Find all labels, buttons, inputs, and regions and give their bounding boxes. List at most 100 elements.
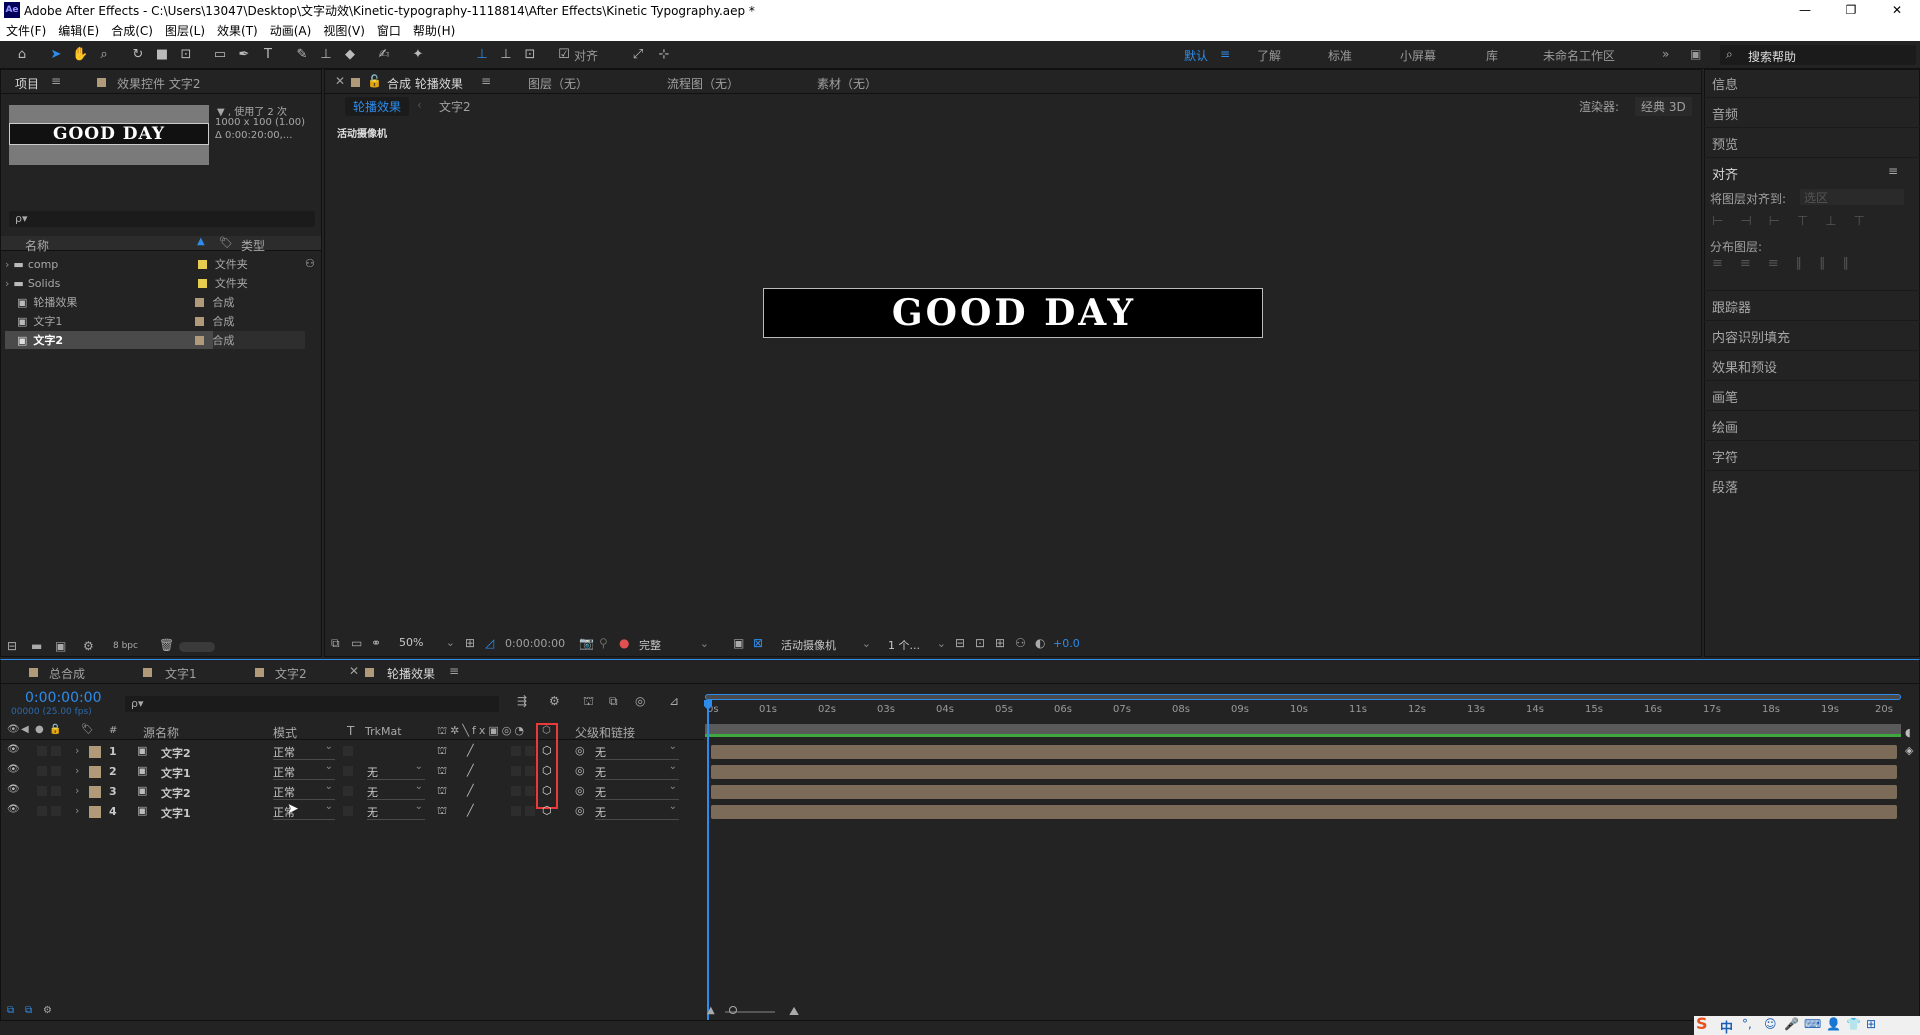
hand-tool-icon[interactable]: ✋ xyxy=(72,47,88,63)
align-to-dropdown[interactable]: 选区 xyxy=(1800,189,1904,205)
shy-switch-icon[interactable]: ⛫ xyxy=(437,784,447,799)
renderer-button[interactable]: 经典 3D xyxy=(1635,97,1692,116)
3d-layer-switch-icon[interactable]: ⬡ xyxy=(542,804,552,817)
always-preview-icon[interactable]: ⧉ xyxy=(331,636,340,651)
minimize-button[interactable]: — xyxy=(1782,0,1828,20)
camera-tool-icon[interactable]: ■ xyxy=(154,47,170,63)
align-buttons[interactable]: ⊢⊣⊢⊤⊥⊤ xyxy=(1712,214,1908,230)
vr-icon[interactable]: ⚭ xyxy=(371,636,381,650)
layer-mode-dropdown[interactable]: 正常 xyxy=(273,741,335,760)
eye-icon[interactable]: 👁 xyxy=(7,764,20,775)
project-search-input[interactable]: ρ▾ xyxy=(9,211,315,227)
tab-layer[interactable]: 图层（无） xyxy=(528,75,588,92)
shy-switch-icon[interactable]: ⛫ xyxy=(437,764,447,779)
preserve-transparency-box[interactable] xyxy=(343,806,353,816)
resolution-icon[interactable]: ⊞ xyxy=(465,636,475,650)
comp-frame[interactable]: GOOD DAY xyxy=(763,288,1263,338)
preserve-transparency-box[interactable] xyxy=(343,786,353,796)
eye-icon[interactable]: 👁 xyxy=(7,744,20,755)
workspace-untitled[interactable]: 未命名工作区 xyxy=(1543,47,1615,64)
tab-carousel[interactable]: 轮播效果 xyxy=(387,665,435,682)
rotate-tool-icon[interactable]: ↻ xyxy=(130,47,146,63)
workspace-learn[interactable]: 了解 xyxy=(1257,47,1281,64)
project-item-selected[interactable]: ▣ 文字2 合成 xyxy=(5,331,305,349)
sort-ascending-icon[interactable]: ▲ xyxy=(197,236,205,247)
3d-layer-switch-icon[interactable]: ⬡ xyxy=(542,744,552,757)
pick-whip-icon[interactable]: ◎ xyxy=(575,784,585,797)
pick-whip-icon[interactable]: ◎ xyxy=(575,764,585,777)
tab-footage[interactable]: 素材（无） xyxy=(817,75,877,92)
brush-tool-icon[interactable]: ✎ xyxy=(294,47,310,63)
column-trkmat[interactable]: TrkMat xyxy=(365,725,402,738)
shy-switch-icon[interactable]: ⛫ xyxy=(437,744,447,759)
user-icon[interactable]: 👤 xyxy=(1826,1017,1841,1031)
reset-exposure-icon[interactable]: ◐ xyxy=(1035,636,1045,650)
pick-whip-icon[interactable]: ◎ xyxy=(575,744,585,757)
layer-name[interactable]: 文字1 xyxy=(161,805,191,821)
monitor-icon[interactable]: ▭ xyxy=(351,636,362,650)
parent-dropdown[interactable]: 无 xyxy=(595,761,679,780)
tab-flowchart[interactable]: 流程图（无） xyxy=(667,75,739,92)
snap-checkbox-icon[interactable]: ☑ xyxy=(556,47,572,63)
distribute-buttons[interactable]: ≡≡≡∥∥∥ xyxy=(1712,256,1908,272)
motion-blur-box[interactable] xyxy=(525,806,535,816)
lock-box[interactable] xyxy=(51,766,61,776)
bit-depth-button[interactable]: 8 bpc xyxy=(113,641,138,651)
lock-icon[interactable]: 🔒 xyxy=(49,724,61,735)
close-tab-icon[interactable]: ✕ xyxy=(349,664,359,678)
menu-file[interactable]: 文件(F) xyxy=(6,22,46,39)
video-toggle-icon[interactable]: 👁 xyxy=(7,724,20,735)
layer-switches-toggle-icon[interactable]: ⧉ xyxy=(7,1005,14,1016)
project-settings-icon[interactable]: ⚙ xyxy=(83,639,94,653)
type-tool-icon[interactable]: T xyxy=(260,47,276,63)
exposure-value[interactable]: +0.0 xyxy=(1053,637,1080,650)
toggle-pixel-aspect-icon[interactable]: ⊟ xyxy=(955,636,965,650)
layer-label-color[interactable] xyxy=(89,806,101,818)
panel-audio[interactable]: 音频 xyxy=(1712,104,1738,123)
motion-blur-box[interactable] xyxy=(525,786,535,796)
snapshot-icon[interactable]: 📷 xyxy=(579,636,594,650)
menu-help[interactable]: 帮助(H) xyxy=(413,22,455,39)
workspace-small-screen[interactable]: 小屏幕 xyxy=(1400,47,1436,64)
workspace-menu-icon[interactable]: ≡ xyxy=(1220,47,1230,61)
expand-arrow-icon[interactable]: › xyxy=(5,277,9,290)
column-type[interactable]: 类型 xyxy=(241,237,265,254)
preserve-transparency-box[interactable] xyxy=(343,766,353,776)
in-out-toggle-icon[interactable]: ⚙ xyxy=(43,1005,52,1016)
menu-window[interactable]: 窗口 xyxy=(377,22,401,39)
puppet-pin-tool-icon[interactable]: ✦ xyxy=(410,47,426,63)
new-folder-icon[interactable]: ▬ xyxy=(31,639,42,653)
viewer-timecode[interactable]: 0:00:00:00 xyxy=(505,637,565,650)
pen-tool-icon[interactable]: ✒ xyxy=(236,47,252,63)
breadcrumb-item-text2[interactable]: 文字2 xyxy=(439,98,471,115)
view-axis-icon[interactable]: ⊡ xyxy=(522,47,538,63)
menu-layer[interactable]: 图层(L) xyxy=(165,22,205,39)
layer-row[interactable]: 👁 › 3 ▣ 文字2 正常 无 ⛫ ╱ ⬡ ◎ 无 xyxy=(1,781,704,801)
frame-blending-icon[interactable]: ⧉ xyxy=(609,694,618,709)
quality-switch-icon[interactable]: ╱ xyxy=(467,804,474,817)
maximize-button[interactable]: ❐ xyxy=(1828,0,1874,20)
layer-duration-bar[interactable] xyxy=(711,805,1897,819)
layer-duration-bar[interactable] xyxy=(711,785,1897,799)
mask-visibility-icon[interactable]: ◿ xyxy=(485,636,494,650)
panel-effects-presets[interactable]: 效果和预设 xyxy=(1712,357,1777,376)
clone-stamp-tool-icon[interactable]: ⊥ xyxy=(318,47,334,63)
layer-mode-dropdown[interactable]: 正常 xyxy=(273,801,335,820)
panel-paragraph[interactable]: 段落 xyxy=(1712,477,1738,496)
comp-button-icon[interactable]: ◈ xyxy=(1905,744,1913,757)
show-snapshot-icon[interactable]: ⚲ xyxy=(599,636,608,650)
eye-icon[interactable]: 👁 xyxy=(7,804,20,815)
timeline-timecode[interactable]: 0:00:00:00 xyxy=(25,690,102,706)
adjustment-layer-box[interactable] xyxy=(511,766,521,776)
layer-label-color[interactable] xyxy=(89,786,101,798)
panel-menu-icon[interactable]: ≡ xyxy=(1888,164,1898,178)
zoom-tool-icon[interactable]: ⌕ xyxy=(96,47,112,63)
close-tab-icon[interactable]: ✕ xyxy=(335,74,345,88)
quality-dropdown[interactable]: 完整 ⌄ xyxy=(639,637,709,653)
panel-align[interactable]: 对齐 xyxy=(1712,164,1738,183)
motion-blur-box[interactable] xyxy=(525,746,535,756)
menu-animation[interactable]: 动画(A) xyxy=(270,22,312,39)
adjustment-layer-box[interactable] xyxy=(511,786,521,796)
camera-view-dropdown[interactable]: 活动摄像机 ⌄ xyxy=(781,637,871,653)
audio-toggle-icon[interactable]: ◀ xyxy=(21,724,29,735)
